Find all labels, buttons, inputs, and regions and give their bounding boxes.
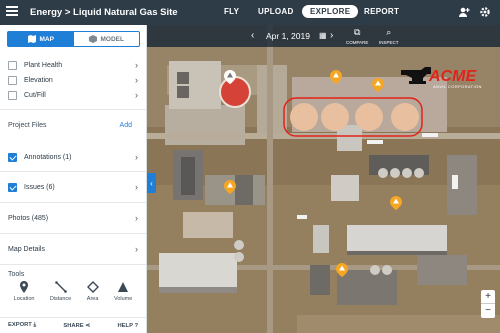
model-view-label: MODEL [100, 35, 124, 43]
chevron-right-icon: › [135, 75, 138, 85]
view-toggle: MAP MODEL [7, 31, 140, 47]
gear-icon[interactable] [479, 6, 491, 18]
sidebar: MAP MODEL Plant Health › Elevation › Cut… [0, 25, 147, 333]
chevron-right-icon: › [135, 213, 138, 223]
nav-explore[interactable]: EXPLORE [302, 5, 359, 18]
chevron-right-icon: › [135, 90, 138, 100]
map-view-button[interactable]: MAP [8, 32, 74, 46]
chevron-right-icon: › [135, 244, 138, 254]
tool-volume[interactable]: Volume [114, 281, 132, 302]
capture-date[interactable]: Apr 1, 2019 [266, 31, 310, 41]
acme-logo: ACME ANVIL CORPORATION [401, 67, 482, 89]
file-label: Annotations (1) [24, 153, 72, 161]
next-date-button[interactable]: › [330, 30, 333, 41]
tool-location[interactable]: Location [13, 281, 35, 302]
map-details-row[interactable]: Map Details › [0, 241, 146, 257]
checkbox[interactable] [8, 60, 17, 70]
help-label: HELP [117, 322, 133, 329]
zoom-controls: + − [481, 290, 495, 318]
divider [0, 264, 146, 265]
distance-line-icon [54, 281, 67, 293]
tool-label: Area [86, 296, 99, 302]
zoom-in-button[interactable]: + [481, 290, 495, 304]
inspect-label: INSPECT [379, 40, 399, 45]
checkbox[interactable] [8, 90, 17, 100]
calendar-icon[interactable]: ▦ [319, 31, 327, 40]
nav-report[interactable]: REPORT [364, 7, 399, 16]
add-user-icon[interactable] [458, 6, 470, 18]
tool-label: Distance [49, 296, 72, 302]
divider [0, 233, 146, 234]
download-icon: ⤓ [33, 322, 37, 328]
map-icon [27, 35, 36, 43]
map-details-label: Map Details [8, 245, 45, 253]
layer-label: Cut/Fill [24, 91, 46, 99]
layer-plant-health[interactable]: Plant Health › [0, 57, 146, 73]
file-label: Issues (6) [24, 183, 55, 191]
location-pin-icon [20, 281, 29, 293]
nav-upload[interactable]: UPLOAD [258, 7, 294, 16]
checkbox[interactable] [8, 152, 17, 162]
chevron-right-icon: › [135, 152, 138, 162]
issue-pin-icon[interactable] [390, 196, 402, 210]
zoom-out-button[interactable]: − [481, 304, 495, 318]
tool-label: Location [13, 296, 35, 302]
layer-cut-fill[interactable]: Cut/Fill › [0, 87, 146, 103]
checkbox[interactable] [8, 182, 17, 192]
share-icon: ⋖ [85, 322, 91, 329]
area-polygon-icon [86, 281, 99, 293]
nav-fly[interactable]: FLY [224, 7, 239, 16]
divider [0, 202, 146, 203]
export-button[interactable]: EXPORT ⤓ [8, 322, 36, 329]
divider [0, 171, 146, 172]
layer-label: Elevation [24, 76, 53, 84]
export-label: EXPORT [8, 322, 32, 328]
tool-label: Volume [113, 296, 133, 302]
svg-text:ACME: ACME [428, 68, 477, 85]
previous-date-button[interactable]: ‹ [251, 30, 254, 41]
tool-area[interactable]: Area [86, 281, 99, 302]
checkbox[interactable] [8, 75, 17, 85]
date-bar: ‹ Apr 1, 2019 ▦ › ⧉ COMPARE ⌕ INSPECT [147, 25, 500, 47]
inspect-magnifier-icon: ⌕ [386, 27, 392, 37]
share-button[interactable]: SHARE ⋖ [63, 323, 90, 329]
breadcrumb[interactable]: Energy > Liquid Natural Gas Site [30, 7, 178, 18]
menu-icon[interactable] [6, 6, 18, 18]
chevron-right-icon: › [135, 182, 138, 192]
map-view[interactable]: ACME ANVIL CORPORATION ‹ Apr 1, 2019 ▦ ›… [147, 25, 500, 333]
layer-elevation[interactable]: Elevation › [0, 72, 146, 88]
photos-row[interactable]: Photos (485) › [0, 210, 146, 226]
help-icon: ? [134, 322, 138, 329]
photos-label: Photos (485) [8, 214, 49, 222]
volume-cone-icon [118, 282, 129, 292]
map-view-label: MAP [39, 35, 54, 43]
issue-pin-icon[interactable] [330, 70, 342, 84]
tools-row: Location Distance Area Volume [0, 281, 146, 302]
add-file-link[interactable]: Add [120, 122, 132, 129]
layer-label: Plant Health [24, 61, 63, 69]
sidebar-footer: EXPORT ⤓ SHARE ⋖ HELP ? [0, 317, 146, 333]
svg-text:ANVIL CORPORATION: ANVIL CORPORATION [433, 84, 482, 89]
annotation-pin-icon[interactable] [224, 70, 236, 84]
share-label: SHARE [63, 322, 84, 329]
top-bar: Energy > Liquid Natural Gas Site FLY UPL… [0, 0, 500, 25]
project-files-title: Project Files [8, 122, 47, 129]
tools-title: Tools [8, 271, 25, 278]
tool-distance[interactable]: Distance [50, 281, 71, 302]
issue-pin-icon[interactable] [224, 180, 236, 194]
compare-label: COMPARE [346, 40, 369, 45]
model-view-button[interactable]: MODEL [74, 32, 140, 46]
file-annotations[interactable]: Annotations (1) › [0, 149, 146, 165]
compare-icon: ⧉ [353, 27, 361, 37]
divider [0, 109, 146, 110]
issue-pin-icon[interactable] [336, 263, 348, 277]
help-button[interactable]: HELP ? [117, 323, 138, 329]
file-issues[interactable]: Issues (6) › [0, 179, 146, 195]
collapse-sidebar-button[interactable]: ‹ [147, 173, 156, 193]
chevron-right-icon: › [135, 60, 138, 70]
inspect-button[interactable]: ⌕ INSPECT [379, 27, 399, 45]
compare-button[interactable]: ⧉ COMPARE [346, 27, 368, 45]
issue-pin-icon[interactable] [372, 78, 384, 92]
cube-icon [88, 35, 97, 43]
